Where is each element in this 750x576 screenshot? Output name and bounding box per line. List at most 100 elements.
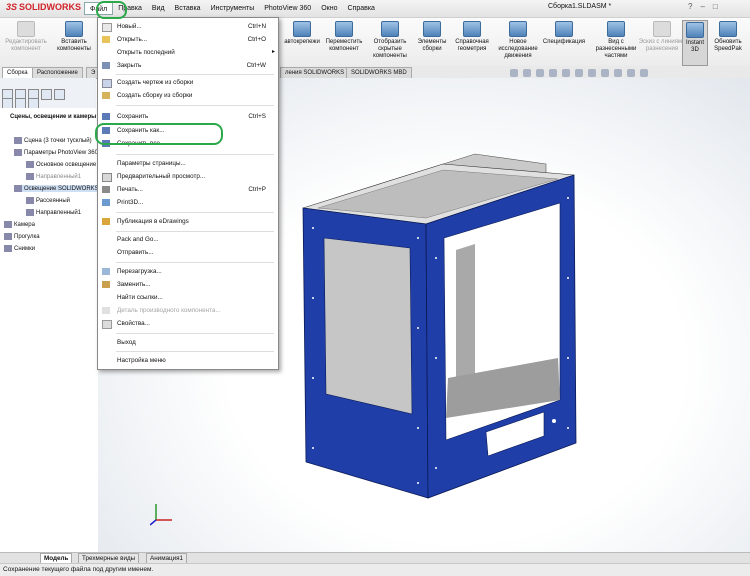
menu-item-exit[interactable]: Выход (98, 337, 278, 348)
zoom-to-fit-icon[interactable] (510, 69, 518, 77)
insert-components-button[interactable]: Вставить компоненты (50, 20, 98, 64)
menu-window[interactable]: Окно (316, 2, 342, 15)
apply-scene-icon[interactable] (614, 69, 622, 77)
document-title: Сборка1.SLDASM * (548, 3, 612, 10)
menu-item-send[interactable]: Отправить... (98, 247, 278, 258)
menu-photoview[interactable]: PhotoView 360 (259, 2, 316, 15)
menu-separator (116, 105, 274, 106)
view-settings-icon[interactable] (627, 69, 635, 77)
printer-icon (102, 186, 110, 193)
dimxpert-icon[interactable] (41, 89, 52, 100)
derived-part-icon (102, 307, 110, 314)
status-bar: Сохранение текущего файла под другим име… (0, 563, 750, 576)
menu-item-page-setup[interactable]: Параметры страницы... (98, 158, 278, 169)
insert-components-icon (65, 21, 83, 37)
monitor-icon[interactable] (640, 69, 648, 77)
tree-node-walkthrough[interactable]: Прогулка (4, 233, 40, 240)
new-motion-study-button[interactable]: Новое исследование движения (494, 20, 542, 64)
menu-item-make-assembly[interactable]: Создать сборку из сборки (98, 90, 278, 101)
properties-icon (102, 320, 112, 329)
display-style-icon[interactable] (575, 69, 583, 77)
tree-title: Сцены, освещение и камеры (10, 114, 97, 120)
menu-item-open[interactable]: Открыть... Ctrl+O (98, 34, 278, 45)
menu-separator (116, 231, 274, 232)
tree-node-ambient[interactable]: Рассеянный (26, 197, 70, 204)
menu-separator (116, 351, 274, 352)
tree-node-snapshots[interactable]: Снимки (4, 245, 35, 252)
update-speedpak-button[interactable]: Обновить SpeedPak (708, 20, 748, 64)
move-component-button[interactable]: Переместить компонент (320, 20, 368, 64)
edit-component-button[interactable]: Редактировать компонент (2, 20, 50, 64)
menu-item-print3d[interactable]: Print3D... (98, 197, 278, 208)
logo-text: SOLIDWORKS (19, 2, 82, 12)
tree-node-scene[interactable]: Сцена (3 точки тусклый) (14, 137, 92, 144)
menu-item-reload[interactable]: Перезагрузка... (98, 266, 278, 277)
hide-show-icon[interactable] (588, 69, 596, 77)
tree-node-camera[interactable]: Камера (4, 221, 35, 228)
menu-item-make-drawing[interactable]: Создать чертеж из сборки (98, 77, 278, 88)
edit-component-icon (17, 21, 35, 37)
menu-item-publish-edrawings[interactable]: Публикация в eDrawings (98, 216, 278, 227)
exploded-view-button[interactable]: Вид с разнесенными частями (592, 20, 640, 64)
menu-tools[interactable]: Инструменты (206, 2, 260, 15)
smart-fasteners-button[interactable]: автокрепежи (278, 20, 326, 64)
photoview-icon (14, 149, 22, 156)
feature-manager-header (0, 78, 96, 109)
instant3d-button[interactable]: Instant 3D (682, 20, 708, 66)
fastener-icon (293, 21, 311, 37)
submenu-arrow-icon: ▸ (271, 49, 275, 55)
bill-of-materials-button[interactable]: Спецификация (540, 20, 588, 64)
zoom-area-icon[interactable] (523, 69, 531, 77)
show-hidden-button[interactable]: Отобразить скрытые компоненты (366, 20, 414, 64)
tree-node-directional[interactable]: Направленный1 (26, 209, 81, 216)
menu-item-new[interactable]: Новый... Ctrl+N (98, 21, 278, 32)
view-orientation-icon[interactable] (562, 69, 570, 77)
snapshot-icon (4, 245, 12, 252)
menu-item-print-preview[interactable]: Предварительный просмотр... (98, 171, 278, 182)
display-manager-icon[interactable] (54, 89, 65, 100)
menu-item-customize-menu[interactable]: Настройка меню (98, 355, 278, 366)
menu-bar: Файл Правка Вид Вставка Инструменты Phot… (84, 2, 380, 15)
menu-item-properties[interactable]: Свойства... (98, 318, 278, 329)
assembly-features-icon (423, 21, 441, 37)
display-manager-tree: Сцены, освещение и камеры Сцена (3 точки… (0, 108, 99, 552)
solidworks-logo[interactable]: 3S SOLIDWORKS (6, 2, 81, 12)
maximize-icon[interactable]: □ (713, 2, 718, 11)
reference-geometry-icon (463, 21, 481, 37)
menu-insert[interactable]: Вставка (170, 2, 206, 15)
edit-appearance-icon[interactable] (601, 69, 609, 77)
walkthrough-icon (4, 233, 12, 240)
print-preview-icon (102, 173, 112, 182)
tree-node-directional-pv[interactable]: Направленный1 (26, 173, 81, 180)
tree-node-solidworks-lighting[interactable]: Освещение SOLIDWORKS (14, 185, 99, 193)
ds-logo-icon: 3S (6, 2, 18, 12)
section-view-icon[interactable] (549, 69, 557, 77)
menu-item-pack-and-go[interactable]: Pack and Go... (98, 234, 278, 245)
explode-line-sketch-button[interactable]: Эскиз с линиями разнесения (638, 20, 686, 64)
menu-help[interactable]: Справка (342, 2, 379, 15)
explode-line-icon (653, 21, 671, 37)
menu-item-close[interactable]: Закрыть Ctrl+W (98, 60, 278, 71)
reload-icon (102, 268, 110, 275)
reference-geometry-button[interactable]: Справочная геометрия (448, 20, 496, 64)
menu-item-replace[interactable]: Заменить... (98, 279, 278, 290)
menu-item-find-references[interactable]: Найти ссылки... (98, 292, 278, 303)
minimize-icon[interactable]: – (700, 2, 704, 11)
menu-item-save[interactable]: Сохранить Ctrl+S (98, 111, 278, 122)
file-menu-highlight (96, 1, 127, 19)
menu-item-print[interactable]: Печать... Ctrl+P (98, 184, 278, 195)
move-component-icon (335, 21, 353, 37)
bom-icon (555, 21, 573, 37)
inner-post (456, 244, 475, 380)
previous-view-icon[interactable] (536, 69, 544, 77)
save-as-highlight (95, 123, 223, 145)
menu-item-open-recent[interactable]: Открыть последний ▸ (98, 47, 278, 58)
help-icon[interactable]: ? (688, 2, 692, 11)
tree-node-primary-light[interactable]: Основное освещение (26, 161, 96, 168)
menu-separator (116, 154, 274, 155)
tree-node-photoview[interactable]: Параметры PhotoView 360 (14, 149, 98, 156)
open-folder-icon (102, 36, 110, 43)
light-icon (26, 161, 34, 168)
menu-view[interactable]: Вид (147, 2, 170, 15)
menu-separator (116, 262, 274, 263)
